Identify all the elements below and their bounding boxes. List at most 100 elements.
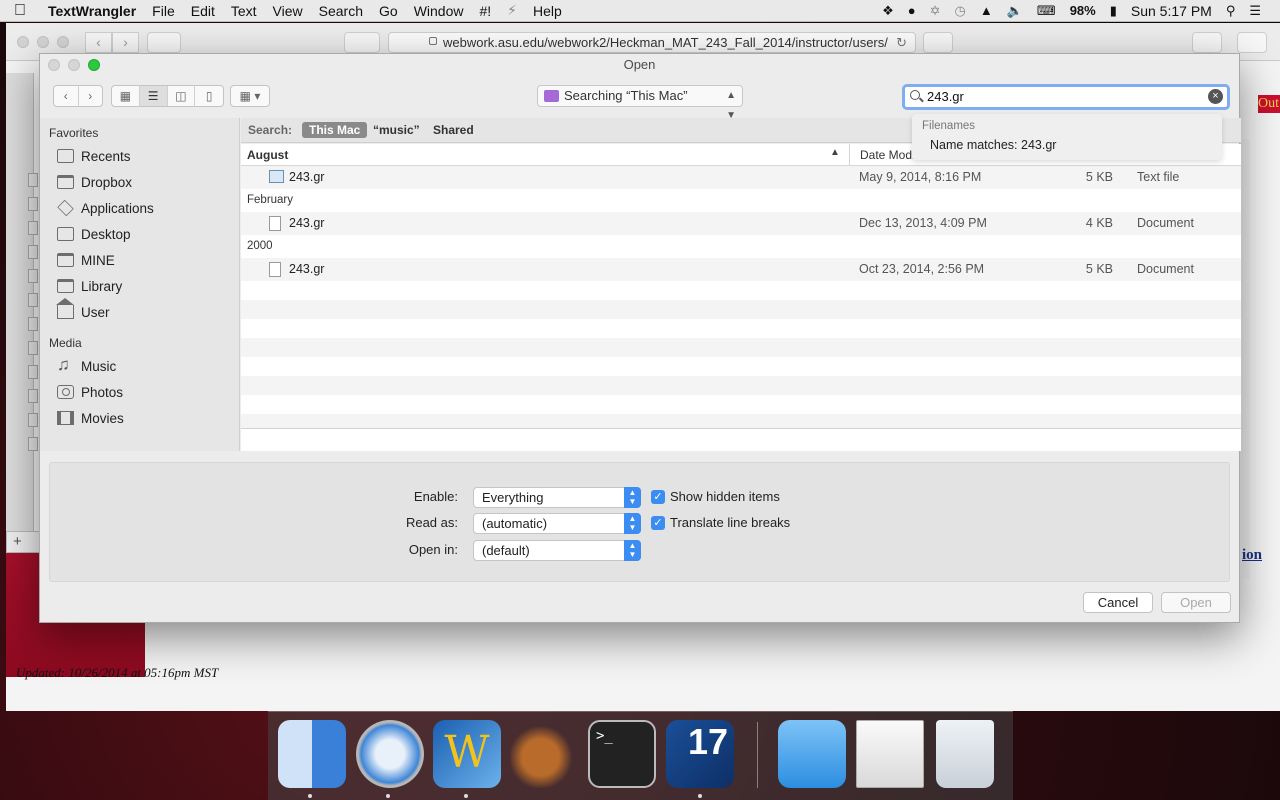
wifi-icon[interactable]: ▲ (973, 3, 1000, 18)
enable-popup[interactable]: Everything ▲ ▼ (473, 487, 641, 508)
status-pill-icon[interactable]: ● (901, 3, 923, 18)
row-checkbox[interactable] (28, 197, 38, 211)
file-size: 4 KB (1085, 216, 1113, 230)
dropbox-status-icon[interactable]: ❖ (875, 3, 901, 19)
volume-icon[interactable]: 🔈 (1000, 3, 1030, 19)
browser-zoom-button[interactable] (57, 36, 69, 48)
file-row[interactable]: 243.gr May 9, 2014, 8:16 PM 5 KB Text fi… (241, 166, 1241, 189)
menu-window[interactable]: Window (406, 3, 472, 19)
recents-icon (57, 149, 74, 163)
row-checkbox[interactable] (28, 437, 38, 451)
sidebar-toggle-button[interactable] (147, 32, 181, 53)
terminal-icon[interactable]: >_ (588, 720, 656, 788)
menu-text[interactable]: Text (223, 3, 265, 19)
file-row[interactable]: 243.gr Dec 13, 2013, 4:09 PM 4 KB Docume… (241, 212, 1241, 235)
row-checkbox[interactable] (28, 221, 38, 235)
sidebar-item-photos[interactable]: Photos (57, 382, 123, 402)
clear-search-icon[interactable]: × (1208, 89, 1223, 104)
notification-center-icon[interactable]: ☰ (1242, 3, 1268, 19)
dialog-minimize-button[interactable] (68, 59, 80, 71)
trash-icon[interactable] (936, 720, 994, 788)
forward-icon[interactable]: › (112, 32, 139, 53)
translate-breaks-checkbox[interactable]: ✓ Translate line breaks (651, 515, 790, 530)
row-checkbox[interactable] (28, 389, 38, 403)
fetch-dog-icon[interactable] (510, 720, 578, 788)
search-input[interactable]: 243.gr × (902, 84, 1230, 110)
battery-percent[interactable]: 98% (1063, 3, 1103, 18)
cancel-button[interactable]: Cancel (1083, 592, 1153, 613)
dialog-zoom-button[interactable] (88, 59, 100, 71)
suggest-item[interactable]: Name matches: 243.gr (930, 138, 1056, 152)
location-popup[interactable]: Searching “This Mac” ▲ ▼ (537, 85, 743, 121)
open-button[interactable]: Open (1161, 592, 1231, 613)
safari-icon[interactable] (356, 720, 424, 788)
battery-icon[interactable]: ▮ (1103, 3, 1124, 19)
page-link[interactable]: ion (1242, 547, 1262, 564)
app-menu[interactable]: TextWrangler (40, 3, 144, 19)
browser-close-button[interactable] (17, 36, 29, 48)
apple-menu-icon[interactable]:  (0, 2, 40, 20)
name-column-header[interactable]: August (247, 148, 288, 162)
row-checkbox[interactable] (28, 269, 38, 283)
row-checkbox[interactable] (28, 293, 38, 307)
row-checkbox[interactable] (28, 173, 38, 187)
list-view-icon[interactable]: ☰ (139, 86, 168, 106)
menu-edit[interactable]: Edit (183, 3, 223, 19)
forward-icon[interactable]: › (79, 86, 103, 106)
scope-music[interactable]: “music” (366, 122, 427, 138)
sidebar-item-music[interactable]: Music (57, 355, 116, 376)
menu-view[interactable]: View (265, 3, 311, 19)
finder-icon[interactable] (278, 720, 346, 788)
sidebar-item-desktop[interactable]: Desktop (57, 224, 131, 244)
scope-this-mac[interactable]: This Mac (302, 122, 368, 138)
share-button[interactable] (1192, 32, 1222, 53)
back-icon[interactable]: ‹ (85, 32, 112, 53)
readas-popup[interactable]: (automatic) ▲ ▼ (473, 513, 641, 534)
menu-help[interactable]: Help (525, 3, 570, 19)
keyboard-icon[interactable]: ⌨ (1030, 3, 1063, 19)
row-checkbox[interactable] (28, 341, 38, 355)
menu-search[interactable]: Search (311, 3, 371, 19)
time-machine-icon[interactable]: ◷ (948, 3, 973, 19)
address-bar[interactable]: webwork.asu.edu/webwork2/Heckman_MAT_243… (388, 32, 916, 53)
file-row[interactable]: 243.gr Oct 23, 2014, 2:56 PM 5 KB Docume… (241, 258, 1241, 281)
column-view-icon[interactable]: ◫ (168, 86, 196, 106)
calendar-icon[interactable]: 17 (666, 720, 734, 788)
menu-clock[interactable]: Sun 5:17 PM (1124, 3, 1219, 19)
menu-file[interactable]: File (144, 3, 183, 19)
browser-minimize-button[interactable] (37, 36, 49, 48)
menu-scripts[interactable]: #! (471, 3, 499, 19)
sidebar-item-mine[interactable]: MINE (57, 250, 115, 270)
scope-shared[interactable]: Shared (426, 122, 481, 138)
sidebar-item-dropbox[interactable]: Dropbox (57, 172, 132, 192)
tabs-button[interactable] (1237, 32, 1267, 53)
sidebar-item-user[interactable]: User (56, 298, 110, 322)
spotlight-icon[interactable]: ⚲ (1219, 3, 1243, 19)
textwrangler-icon[interactable]: W (433, 720, 501, 788)
icon-view-icon[interactable]: ▦ (112, 86, 140, 106)
coverflow-view-icon[interactable]: ▯ (195, 86, 223, 106)
row-checkbox[interactable] (28, 245, 38, 259)
applications-folder-icon[interactable] (778, 720, 846, 788)
row-checkbox[interactable] (28, 365, 38, 379)
home-button[interactable] (923, 32, 953, 53)
bluetooth-icon[interactable]: ✡ (923, 3, 948, 19)
reload-icon[interactable]: ↻ (896, 33, 907, 52)
privacy-button[interactable] (344, 32, 380, 53)
recent-document-icon[interactable] (856, 720, 924, 788)
menu-go[interactable]: Go (371, 3, 406, 19)
row-checkbox[interactable] (28, 317, 38, 331)
logout-badge[interactable]: Out (1258, 95, 1280, 113)
back-icon[interactable]: ‹ (54, 86, 79, 106)
show-hidden-checkbox[interactable]: ✓ Show hidden items (651, 489, 780, 504)
sidebar-item-recents[interactable]: Recents (57, 146, 131, 166)
row-checkbox[interactable] (28, 413, 38, 427)
openin-popup[interactable]: (default) ▲ ▼ (473, 540, 641, 561)
page-scrollbar[interactable] (1242, 139, 1250, 579)
arrange-menu[interactable]: ▦ ▾ (230, 85, 270, 107)
dialog-close-button[interactable] (48, 59, 60, 71)
sidebar-item-movies[interactable]: Movies (57, 408, 124, 428)
scripts-icon[interactable]: ⚡ (499, 2, 525, 19)
sidebar-item-applications[interactable]: Applications (57, 198, 154, 218)
sidebar-item-library[interactable]: Library (57, 276, 122, 296)
